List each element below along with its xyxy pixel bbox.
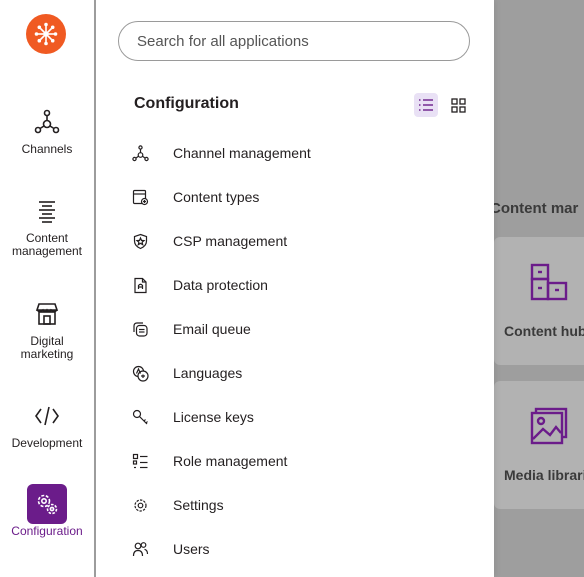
configuration-menu: Channel management Content types CSP man…	[126, 131, 466, 571]
menu-item-csp-management[interactable]: CSP management	[126, 219, 466, 263]
menu-item-email-queue[interactable]: Email queue	[126, 307, 466, 351]
rail-label-digital-marketing: Digital marketing	[20, 334, 74, 361]
role-management-icon	[126, 451, 156, 471]
configuration-icon	[27, 484, 67, 524]
menu-label: CSP management	[173, 233, 288, 249]
rail-label-development: Development	[11, 436, 83, 450]
menu-item-languages[interactable]: Languages	[126, 351, 466, 395]
menu-item-license-keys[interactable]: License keys	[126, 395, 466, 439]
menu-label: Data protection	[173, 277, 268, 293]
list-view-icon	[419, 99, 433, 111]
content-management-icon	[27, 191, 67, 231]
email-queue-icon	[126, 319, 156, 339]
csp-shield-icon	[126, 231, 156, 251]
media-libraries-label: Media librarie	[504, 467, 584, 483]
menu-label: Settings	[173, 497, 224, 513]
search-box	[118, 21, 470, 61]
search-input[interactable]	[119, 22, 469, 60]
development-icon	[27, 396, 67, 436]
media-libraries-card: Media librarie	[494, 381, 584, 509]
rail-item-digital-marketing[interactable]: Digital marketing	[0, 294, 94, 361]
rail-label-content-management: Content management	[11, 231, 83, 258]
list-view-button[interactable]	[414, 93, 438, 117]
languages-icon	[126, 363, 156, 383]
menu-label: Content types	[173, 189, 260, 205]
grid-view-icon	[450, 97, 466, 113]
rail-label-channels: Channels	[21, 142, 73, 156]
menu-item-users[interactable]: Users	[126, 527, 466, 571]
logo[interactable]	[26, 14, 66, 54]
rail-item-content-management[interactable]: Content management	[0, 191, 94, 258]
media-library-icon	[528, 405, 570, 452]
channels-icon	[27, 102, 67, 142]
users-icon	[126, 539, 156, 559]
menu-item-settings[interactable]: Settings	[126, 483, 466, 527]
menu-item-content-types[interactable]: Content types	[126, 175, 466, 219]
license-key-icon	[126, 407, 156, 427]
menu-item-channel-management[interactable]: Channel management	[126, 131, 466, 175]
background-heading: Content mar	[490, 200, 579, 217]
rail-item-development[interactable]: Development	[0, 396, 94, 450]
rail-item-channels[interactable]: Channels	[0, 102, 94, 156]
menu-label: Users	[173, 541, 210, 557]
rail-label-configuration: Configuration	[11, 524, 83, 538]
grid-view-button[interactable]	[446, 93, 470, 117]
panel-title: Configuration	[134, 95, 239, 112]
data-protection-icon	[126, 275, 156, 295]
content-types-icon	[126, 187, 156, 207]
rail-item-configuration[interactable]: Configuration	[0, 484, 94, 538]
menu-label: Channel management	[173, 145, 311, 161]
digital-marketing-icon	[27, 294, 67, 334]
menu-label: Languages	[173, 365, 243, 381]
menu-item-role-management[interactable]: Role management	[126, 439, 466, 483]
configuration-panel: Configuration Channel management	[96, 0, 494, 577]
content-hub-card: Content hub	[494, 237, 584, 365]
logo-icon	[34, 22, 58, 46]
left-rail: Channels Content management Digital mark…	[0, 0, 94, 577]
menu-item-data-protection[interactable]: Data protection	[126, 263, 466, 307]
content-hub-icon	[528, 261, 570, 308]
menu-label: License keys	[173, 409, 254, 425]
content-hub-label: Content hub	[504, 323, 584, 339]
settings-icon	[126, 495, 156, 515]
menu-label: Email queue	[173, 321, 251, 337]
channel-management-icon	[126, 143, 156, 163]
menu-label: Role management	[173, 453, 288, 469]
